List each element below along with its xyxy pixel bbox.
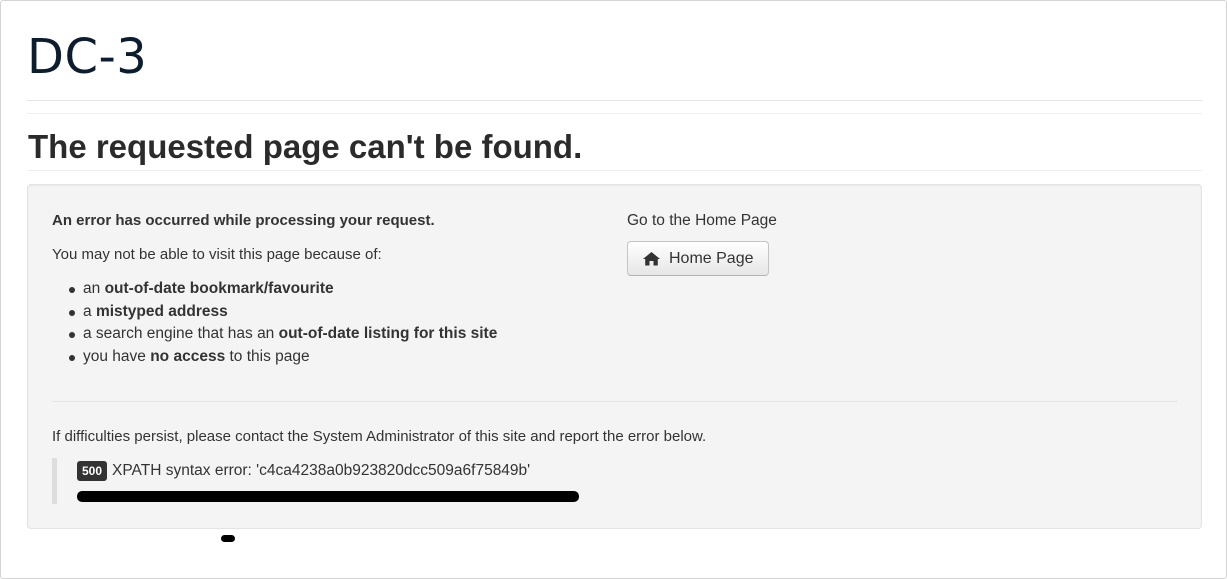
- reason-intro: You may not be able to visit this page b…: [52, 246, 382, 263]
- page-title: The requested page can't be found.: [28, 128, 583, 165]
- home-section: Go to the Home Page Home Page: [627, 212, 1027, 276]
- site-header: DC-3: [27, 28, 1202, 86]
- error-report: 500 XPATH syntax error: 'c4ca4238a0b9238…: [52, 458, 752, 504]
- reason-list: an out-of-date bookmark/favourite a mist…: [52, 278, 612, 368]
- home-button-label: Home Page: [669, 249, 754, 267]
- error-message: XPATH syntax error: 'c4ca4238a0b923820dc…: [112, 462, 531, 479]
- status-badge: 500: [77, 461, 108, 481]
- error-details: An error has occurred while processing y…: [52, 212, 612, 368]
- persist-message: If difficulties persist, please contact …: [52, 428, 707, 445]
- list-item: a mistyped address: [69, 301, 612, 324]
- list-item: a search engine that has an out-of-date …: [69, 323, 612, 346]
- heading-divider: [27, 170, 1202, 171]
- panel-divider: [52, 401, 1178, 402]
- error-lead: An error has occurred while processing y…: [52, 212, 435, 229]
- header-divider: [27, 100, 1202, 101]
- home-page-button[interactable]: Home Page: [627, 241, 769, 276]
- error-line: 500 XPATH syntax error: 'c4ca4238a0b9238…: [77, 461, 530, 481]
- home-label: Go to the Home Page: [627, 212, 777, 229]
- page-frame: DC-3 The requested page can't be found. …: [0, 0, 1227, 579]
- content-divider-top: [27, 113, 1202, 114]
- home-icon: [643, 251, 660, 265]
- redaction-bar: [77, 491, 579, 502]
- redaction-mark: [221, 535, 235, 542]
- site-title[interactable]: DC-3: [27, 28, 1202, 86]
- list-item: you have no access to this page: [69, 346, 612, 369]
- error-panel: An error has occurred while processing y…: [27, 184, 1202, 529]
- list-item: an out-of-date bookmark/favourite: [69, 278, 612, 301]
